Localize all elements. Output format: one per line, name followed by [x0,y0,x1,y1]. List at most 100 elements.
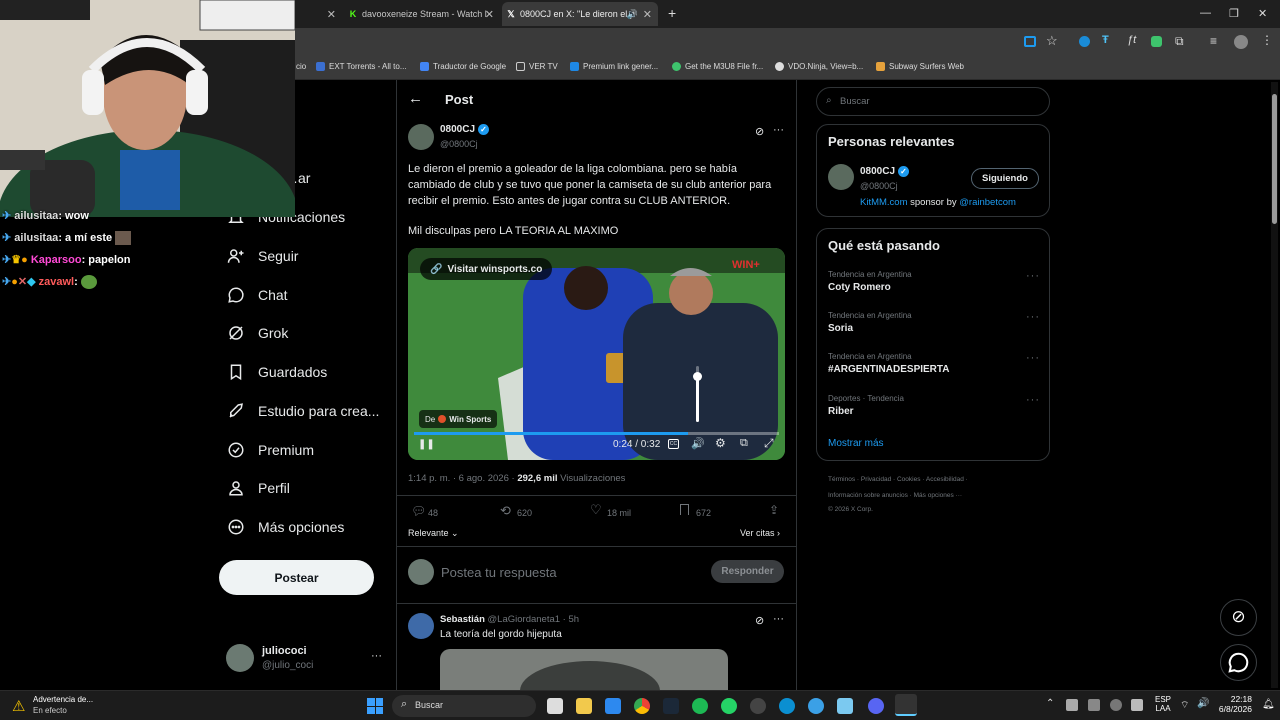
trend-menu-icon[interactable]: ··· [1026,394,1040,406]
author-name[interactable]: 0800CJ ✓ [440,124,490,135]
steam-icon[interactable] [663,698,679,714]
app-icon[interactable] [750,698,766,714]
task-view-icon[interactable] [547,698,563,714]
post-menu-icon[interactable]: ··· [773,124,784,136]
reply-image[interactable] [440,649,728,690]
reply-input[interactable]: Postea tu respuesta [441,565,557,580]
repost-icon[interactable]: ⟲ [500,503,511,519]
tab-x-post[interactable]: 𝕏 0800CJ en X: "Le dieron el p 🔊 ✕ [502,2,658,26]
taskbar-search[interactable]: ⌕ Buscar [392,695,536,717]
post-menu-icon[interactable]: ··· [773,613,784,625]
volume-icon[interactable]: 🔊 [691,437,705,450]
view-quotes-link[interactable]: Ver citas › [740,528,780,538]
minimize-button[interactable]: — [1200,7,1211,19]
bookmark[interactable]: EXT Torrents - All to... [316,62,407,71]
like-icon[interactable]: ♡ [590,502,602,518]
back-arrow-icon[interactable]: ← [408,90,423,107]
pip-icon[interactable]: ⧉ [740,437,748,450]
chrome-icon[interactable] [634,698,650,714]
share-icon[interactable]: ⇪ [769,503,779,517]
bookmark[interactable]: cio [296,62,306,71]
avatar[interactable] [408,613,434,639]
photos-icon[interactable] [605,698,621,714]
extension-icon[interactable]: ƒt [1127,34,1136,46]
notepad-icon[interactable] [837,698,853,714]
sidebar-item-follow[interactable]: Seguir [226,243,298,269]
extension-icon[interactable] [1151,36,1162,47]
bookmark[interactable]: VDO.Ninja, View=b... [775,62,863,71]
video-progress-bar[interactable] [414,432,779,435]
trend-item[interactable]: Soria [828,323,853,334]
trend-item[interactable]: Coty Romero [828,282,891,293]
reply-author[interactable]: Sebastián @LaGiordaneta1 · 5h [440,614,579,625]
trend-menu-icon[interactable]: ··· [1026,270,1040,282]
tray-icon[interactable] [1088,699,1100,711]
app-icon[interactable] [808,698,824,714]
menu-icon[interactable]: ⋮ [1261,33,1273,47]
grok-icon[interactable]: ⊘ [755,125,764,138]
epic-games-icon[interactable] [895,694,917,716]
trend-item[interactable]: #ARGENTINADESPIERTA [828,364,950,375]
tab-stream[interactable]: K davooxeneize Stream - Watch l ✕ [344,2,500,26]
bookmark[interactable]: Get the M3U8 File fr... [672,62,763,71]
file-explorer-icon[interactable] [576,698,592,714]
grok-icon[interactable]: ⊘ [755,614,764,627]
language-indicator[interactable]: ESP LAA [1155,695,1171,713]
network-icon[interactable]: ⌔ [1180,699,1189,712]
avatar[interactable] [828,164,854,190]
sidebar-item-bookmarks[interactable]: Guardados [226,359,327,385]
discord-icon[interactable] [868,698,884,714]
footer-links[interactable]: Términos · Privacidad · Cookies · Accesi… [828,476,968,483]
sort-dropdown[interactable]: Relevante ⌄ [408,528,459,539]
tray-icon[interactable] [1066,699,1078,711]
scrollbar-thumb[interactable] [1272,94,1277,224]
following-button[interactable]: Siguiendo [971,168,1039,189]
sidebar-item-profile[interactable]: Perfil [226,475,290,501]
settings-gear-icon[interactable]: ⚙ [715,436,726,450]
bio-link[interactable]: KitMM.com [860,197,908,208]
maximize-button[interactable]: ❐ [1229,7,1239,20]
spotify-icon[interactable] [692,698,708,714]
new-tab-button[interactable]: + [668,5,676,21]
clock[interactable]: 22:18 6/8/2026 [1218,694,1252,714]
cast-icon[interactable] [1024,36,1036,47]
close-tab-icon[interactable]: ✕ [485,8,494,21]
windows-start-icon[interactable] [367,698,383,714]
extension-icon[interactable]: Ŧ [1102,34,1109,46]
chat-fab-icon[interactable] [1220,644,1257,681]
bookmark-icon[interactable] [680,504,689,515]
sidebar-item-grok[interactable]: Grok [226,320,288,346]
close-tab-icon[interactable]: ✕ [643,8,652,21]
tray-icon[interactable] [1131,699,1143,711]
star-icon[interactable]: ☆ [1046,33,1058,49]
account-menu-icon[interactable]: ··· [371,650,382,662]
extension-icon[interactable] [1079,36,1090,47]
captions-icon[interactable]: CC [668,439,679,449]
bookmark[interactable]: Traductor de Google [420,62,506,71]
visit-link-button[interactable]: 🔗 Visitar winsports.co [420,258,553,280]
bookmark[interactable]: Premium link gener... [570,62,658,71]
trend-menu-icon[interactable]: ··· [1026,352,1040,364]
volume-slider[interactable] [693,366,702,422]
fullscreen-icon[interactable]: ⤢ [764,436,774,451]
notifications-icon[interactable]: 🔔︎ [1262,699,1275,710]
post-button[interactable]: Postear [219,560,374,595]
volume-icon[interactable]: 🔊 [1197,698,1209,709]
avatar[interactable] [408,124,434,150]
pause-icon[interactable]: ❚❚ [418,439,435,450]
warning-title[interactable]: Advertencia de... [33,695,93,704]
reading-list-icon[interactable]: ≡ [1210,34,1217,48]
tab-previous[interactable]: ✕ [300,2,342,26]
sidebar-item-more[interactable]: Más opciones [226,514,344,540]
relevant-name[interactable]: 0800CJ ✓ [860,166,910,177]
search-input[interactable]: ⌕ Buscar [816,87,1050,116]
avatar[interactable] [226,644,254,672]
sidebar-item-chat[interactable]: Chat [226,282,288,308]
close-tab-icon[interactable]: ✕ [327,8,336,21]
show-more-link[interactable]: Mostrar más [828,438,884,449]
edge-icon[interactable] [779,698,795,714]
avatar[interactable] [1234,35,1248,49]
tray-icon[interactable] [1110,699,1122,711]
scrollbar[interactable] [1271,82,1278,688]
sidebar-item-premium[interactable]: Premium [226,437,314,463]
